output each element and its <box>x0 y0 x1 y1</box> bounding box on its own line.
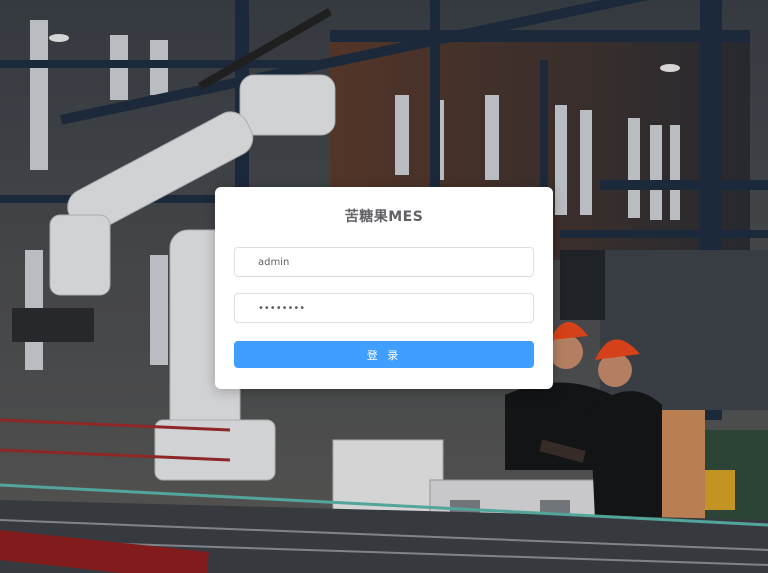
login-card: 苦糖果MES 登 录 <box>215 187 553 389</box>
login-button[interactable]: 登 录 <box>234 341 534 368</box>
login-title: 苦糖果MES <box>344 209 424 225</box>
username-field[interactable] <box>234 247 534 277</box>
password-input[interactable] <box>235 294 533 322</box>
password-field[interactable] <box>234 293 534 323</box>
username-input[interactable] <box>235 248 533 276</box>
